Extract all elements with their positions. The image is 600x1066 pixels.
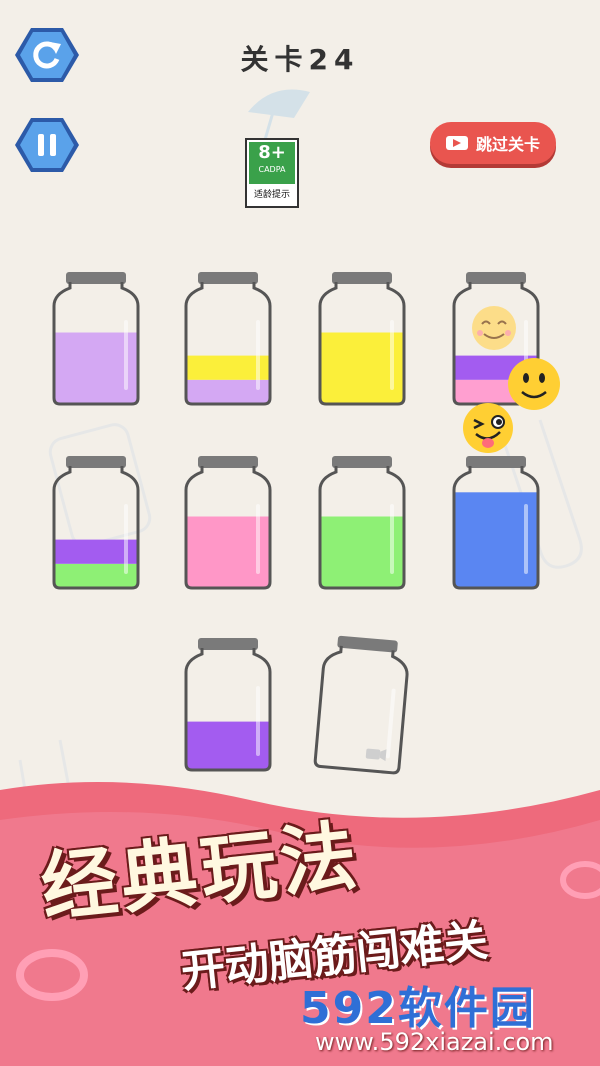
- age-rating: 8+: [258, 142, 286, 163]
- age-rating-org: CADPA: [258, 165, 286, 174]
- age-rating-tip: 适龄提示: [253, 190, 290, 200]
- watermark-url: www.592xiazai.com: [315, 1028, 554, 1056]
- skip-level-label: 跳过关卡: [475, 135, 540, 154]
- bottle-highlight: [390, 504, 394, 574]
- game-screen: 关卡24 跳过关卡 8+ CADPA 适龄提示 经典玩法 开动脑筋闯难关 592…: [0, 0, 600, 1066]
- bottle-cap: [332, 456, 392, 468]
- bottle-highlight: [256, 504, 260, 574]
- bottle-cap: [198, 456, 258, 468]
- bottle-9[interactable]: [184, 636, 274, 780]
- bottle-8[interactable]: [452, 454, 542, 598]
- bottle-cap: [66, 272, 126, 284]
- bottle-1[interactable]: [52, 270, 142, 414]
- bottle-6[interactable]: [184, 454, 274, 598]
- bottle-cap: [466, 456, 526, 468]
- bottle-cap: [66, 456, 126, 468]
- bottle-4[interactable]: [452, 270, 542, 414]
- bottle-cap: [466, 272, 526, 284]
- bottle-highlight: [124, 320, 128, 390]
- bottle-highlight: [124, 504, 128, 574]
- restart-button[interactable]: [14, 26, 80, 84]
- bottle-highlight: [524, 504, 528, 574]
- restart-icon: [15, 28, 79, 82]
- bottle-highlight: [385, 688, 396, 759]
- bottle-cap: [332, 272, 392, 284]
- watermark-logo: 592软件园: [300, 983, 536, 1034]
- bottle-cap: [198, 272, 258, 284]
- video-camera-icon: [445, 136, 468, 150]
- bottle-highlight: [256, 686, 260, 756]
- bottle-3[interactable]: [318, 270, 408, 414]
- bottle-highlight: [256, 320, 260, 390]
- video-camera-icon: [365, 748, 387, 762]
- level-title: 关卡24: [240, 43, 360, 76]
- bottle-outline: [313, 645, 409, 775]
- bottle-10[interactable]: [312, 632, 414, 783]
- age-rating-badge: 8+ CADPA 适龄提示: [245, 138, 299, 208]
- pause-icon: [15, 118, 79, 172]
- bottle-highlight: [390, 320, 394, 390]
- bottle-highlight: [524, 320, 528, 390]
- bottle-2[interactable]: [184, 270, 274, 414]
- bottle-5[interactable]: [52, 454, 142, 598]
- bottle-7[interactable]: [318, 454, 408, 598]
- pause-button[interactable]: [14, 116, 80, 174]
- bottle-cap: [198, 638, 258, 650]
- skip-level-button[interactable]: 跳过关卡: [430, 122, 556, 164]
- bottle-cap: [337, 635, 398, 653]
